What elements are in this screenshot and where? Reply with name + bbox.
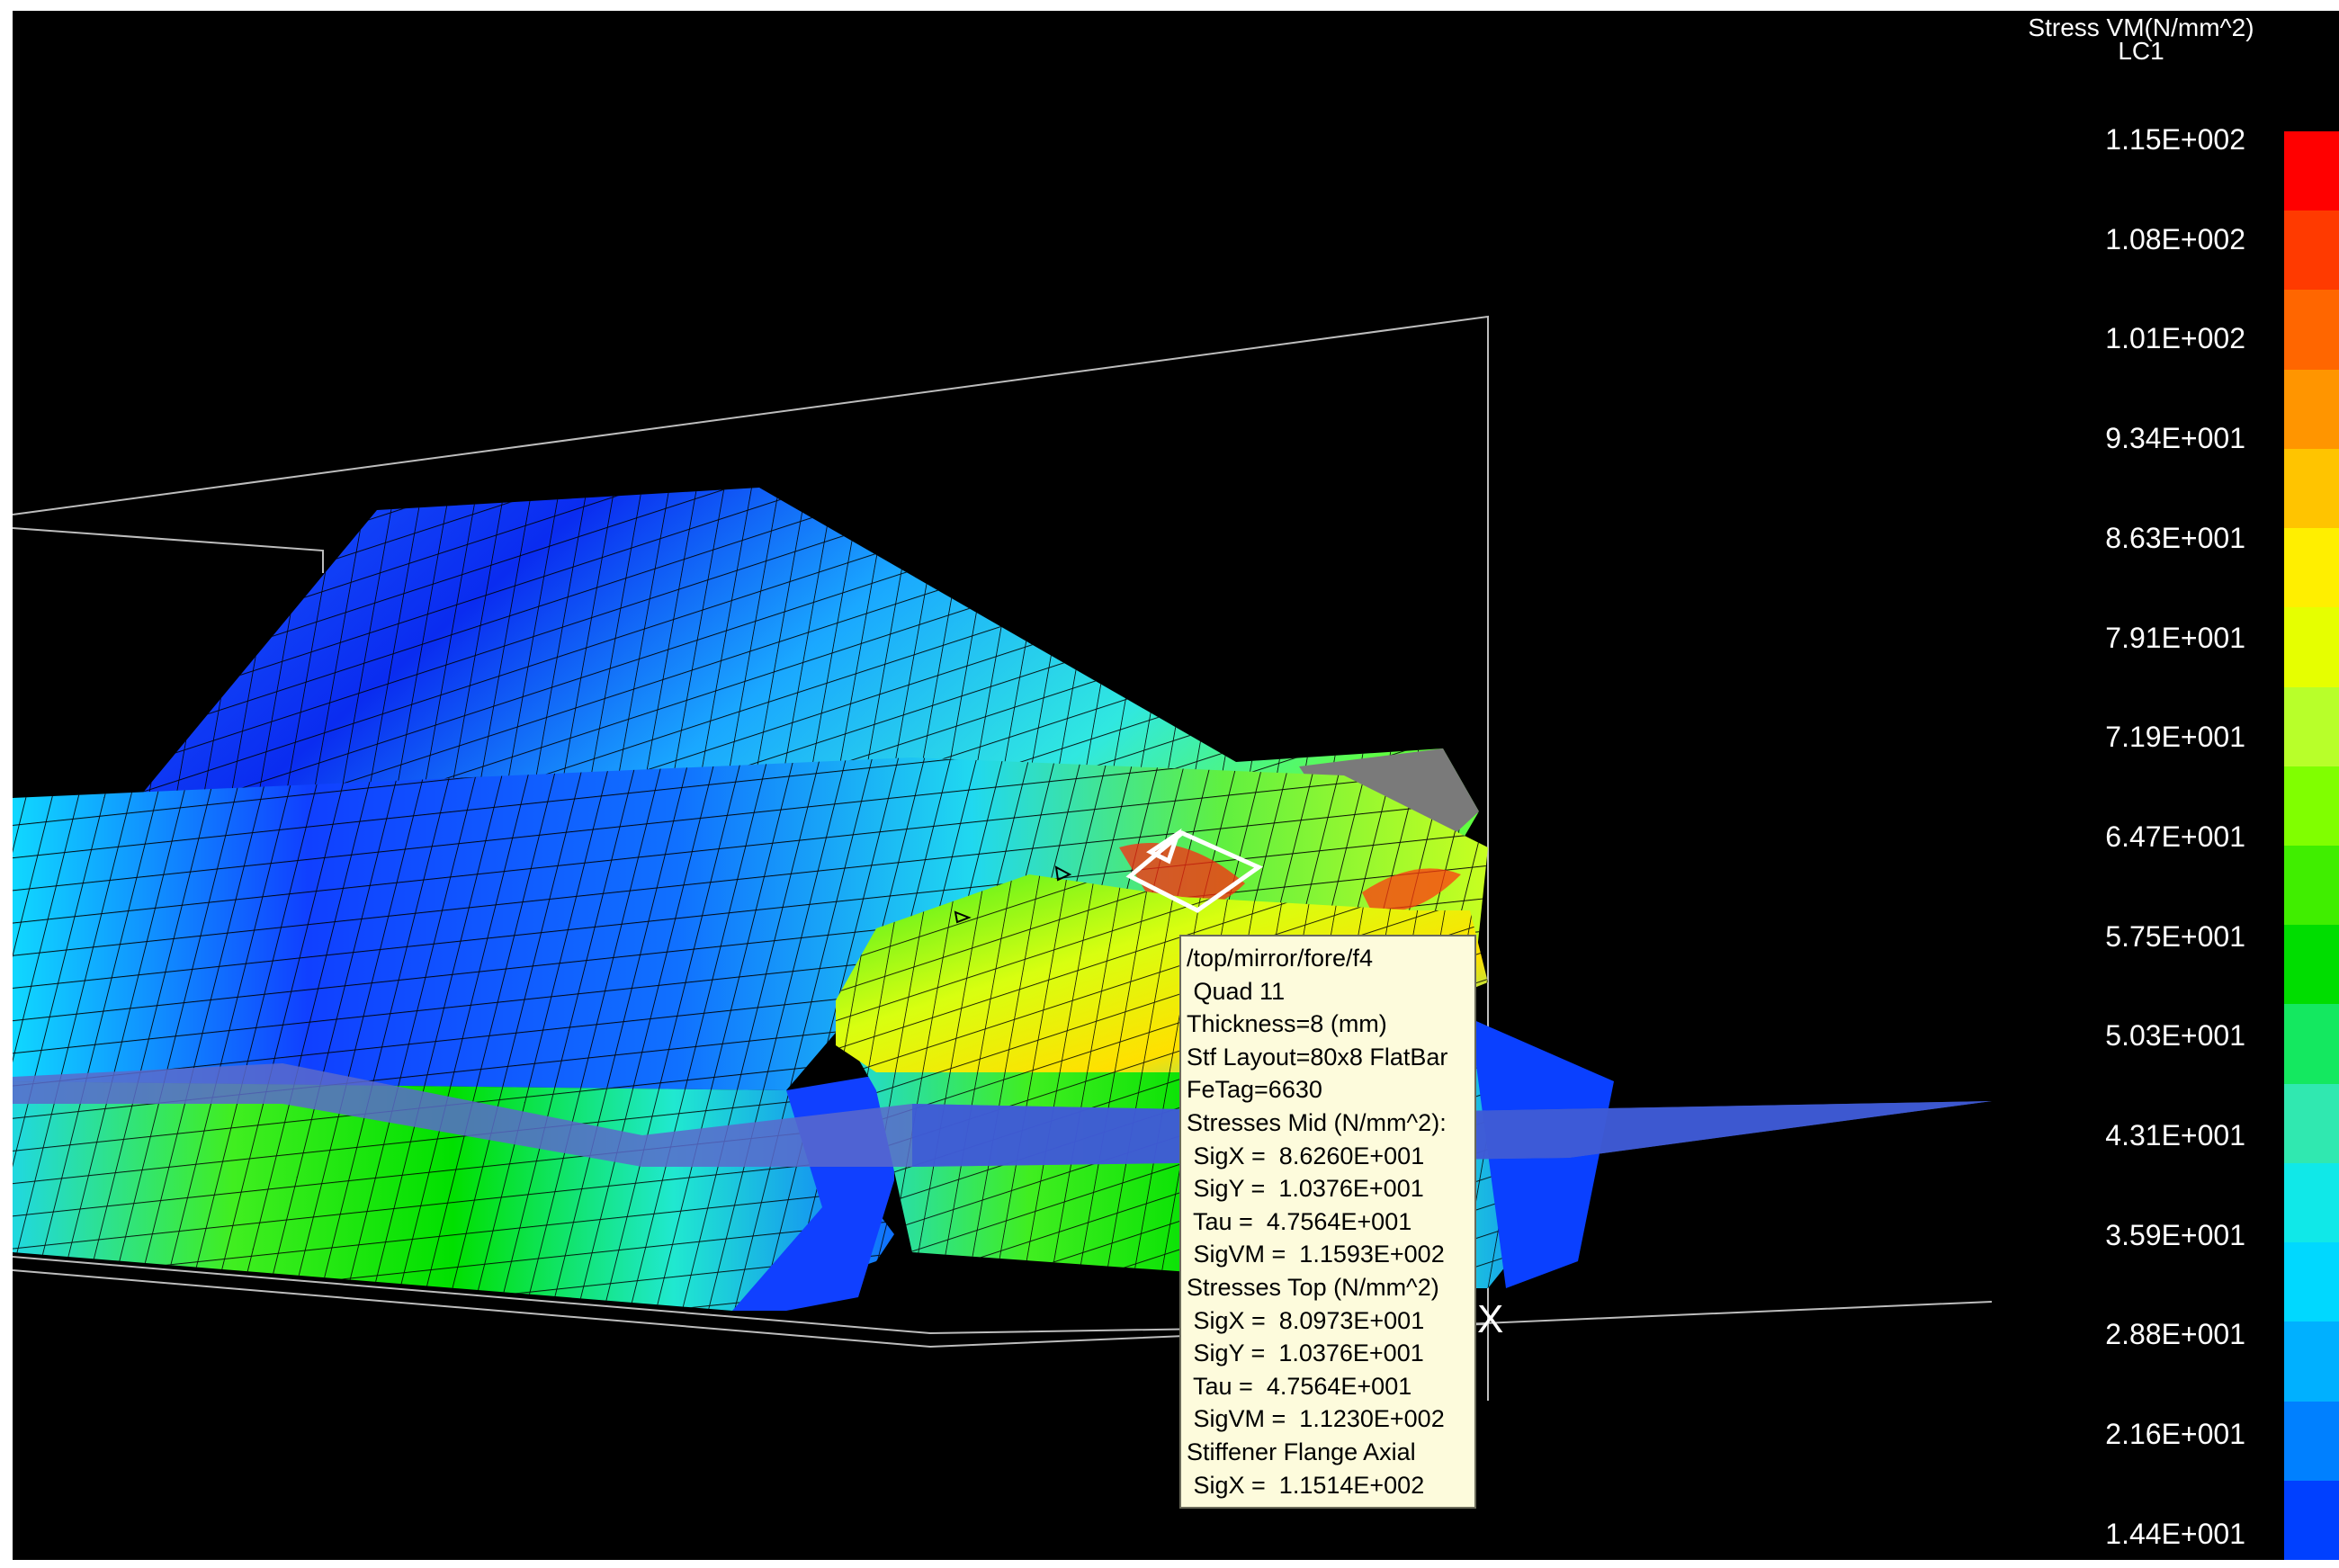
legend-value-label: 4.31E+001 <box>2105 1119 2245 1151</box>
legend-color-segment <box>2284 448 2339 530</box>
legend-color-segment <box>2284 369 2339 450</box>
legend-value-label: 1.08E+002 <box>2105 222 2245 255</box>
info-line: Stresses Top (N/mm^2) <box>1187 1273 1439 1301</box>
legend-color-segment <box>2284 607 2339 688</box>
legend-value-label: 6.47E+001 <box>2105 820 2245 853</box>
info-line: SigVM = 1.1593E+002 <box>1187 1241 1445 1268</box>
model-viewport[interactable]: X Stress VM(N/mm^2) LC1 1.15E+002 1.08E+0… <box>13 11 2339 1560</box>
info-line: SigVM = 1.1230E+002 <box>1187 1405 1445 1433</box>
info-line: Stresses Mid (N/mm^2): <box>1187 1108 1447 1136</box>
legend-value-label: 7.91E+001 <box>2105 621 2245 654</box>
legend-value-label: 3.59E+001 <box>2105 1218 2245 1251</box>
legend-value-label: 8.63E+001 <box>2105 521 2245 554</box>
fe-model-view[interactable] <box>13 11 2339 1560</box>
legend-value-label: 5.75E+001 <box>2105 919 2245 953</box>
legend-color-segment <box>2284 1242 2339 1323</box>
info-line: SigX = 1.1514E+002 <box>1187 1471 1425 1499</box>
legend-color-segment <box>2284 290 2339 371</box>
legend-color-segment <box>2284 528 2339 609</box>
legend-value-label: 5.03E+001 <box>2105 1019 2245 1053</box>
legend-value-label: 7.19E+001 <box>2105 721 2245 754</box>
legend-color-segment <box>2284 131 2339 212</box>
legend-color-segment <box>2284 1162 2339 1244</box>
x-axis-label: X <box>1477 1297 1504 1341</box>
info-line: Stf Layout=80x8 FlatBar <box>1187 1043 1448 1071</box>
element-info-tooltip: /top/mirror/fore/f4 Quad 11 Thickness=8 (… <box>1179 935 1476 1510</box>
legend-title: Stress VM(N/mm^2) LC1 <box>2006 15 2276 65</box>
legend-value-label: 2.88E+001 <box>2105 1318 2245 1351</box>
info-line: FeTag=6630 <box>1187 1076 1322 1104</box>
legend-value-label: 1.15E+002 <box>2105 123 2245 156</box>
info-line: Stiffener Flange Axial <box>1187 1438 1416 1465</box>
legend-value-label: 2.16E+001 <box>2105 1418 2245 1451</box>
legend-color-segment <box>2284 1401 2339 1482</box>
legend-color-segment <box>2284 1083 2339 1164</box>
legend-color-segment <box>2284 925 2339 1006</box>
legend-color-segment <box>2284 766 2339 847</box>
legend-loadcase: LC1 <box>2118 37 2164 65</box>
legend-value-label: 1.01E+002 <box>2105 322 2245 355</box>
legend-color-segment <box>2284 1322 2339 1402</box>
info-line: SigX = 8.0973E+001 <box>1187 1306 1425 1334</box>
info-line: Tau = 4.7564E+001 <box>1187 1207 1412 1235</box>
legend-color-segment <box>2284 1480 2339 1560</box>
info-line: SigX = 8.6260E+001 <box>1187 1142 1425 1169</box>
info-line: Quad 11 <box>1187 977 1286 1005</box>
legend-value-label: 1.44E+001 <box>2105 1517 2245 1550</box>
legend-color-segment <box>2284 211 2339 291</box>
info-line: SigY = 1.0376E+001 <box>1187 1340 1424 1367</box>
info-line: SigY = 1.0376E+001 <box>1187 1175 1424 1203</box>
info-line: Tau = 4.7564E+001 <box>1187 1372 1412 1400</box>
legend-color-segment <box>2284 686 2339 767</box>
info-line: Thickness=8 (mm) <box>1187 1010 1387 1038</box>
color-legend-bar <box>2284 131 2339 1560</box>
info-line: /top/mirror/fore/f4 <box>1187 945 1374 972</box>
legend-color-segment <box>2284 846 2339 927</box>
legend-value-label: 9.34E+001 <box>2105 422 2245 455</box>
legend-color-segment <box>2284 1004 2339 1085</box>
